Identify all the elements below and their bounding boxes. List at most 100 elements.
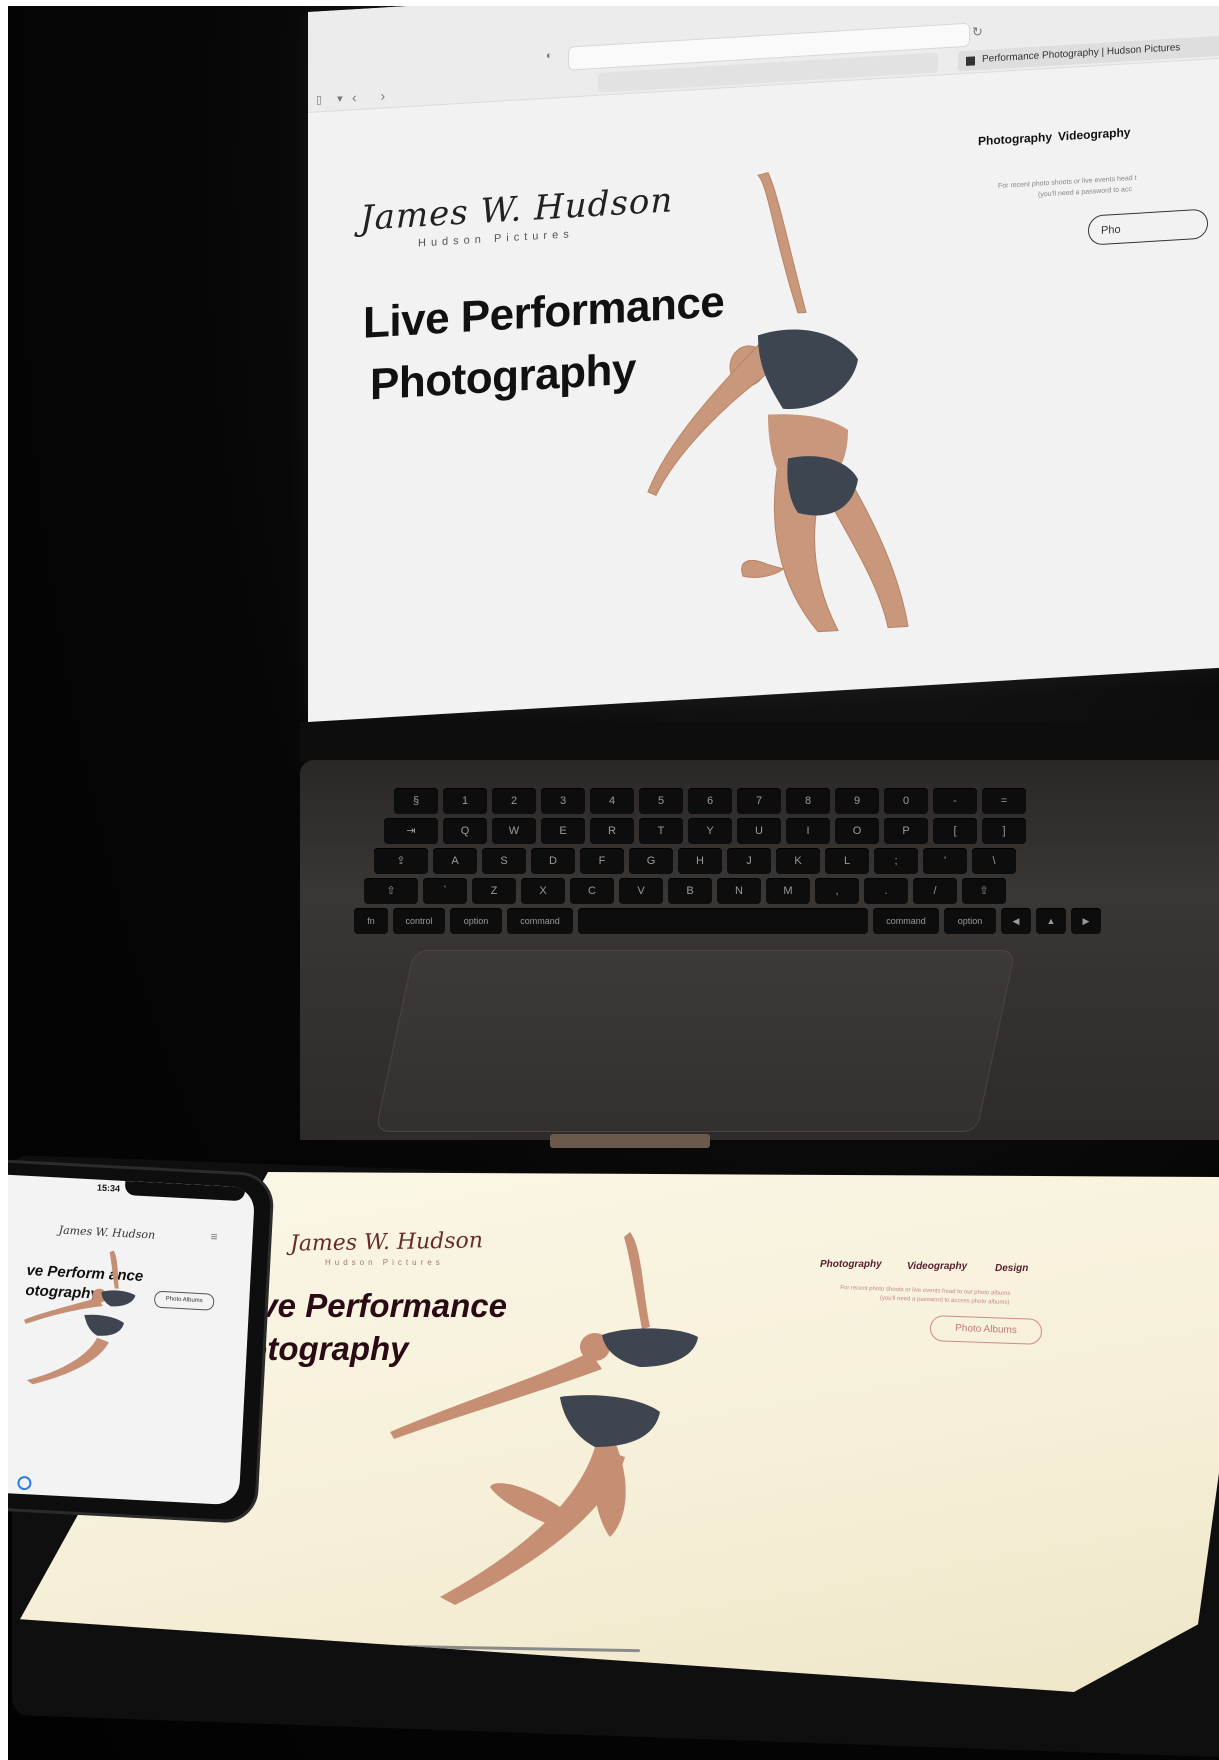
laptop-screen: ▯ ▾ ‹ › ◐ ↻ Performance Photography | Hu… [308, 0, 1219, 723]
key[interactable]: ▲ [1036, 908, 1066, 934]
phone-site-logo[interactable]: James W. Hudson [58, 1224, 155, 1242]
key[interactable]: ` [423, 878, 467, 904]
albums-note: For recent photo shoots or live events h… [998, 173, 1137, 203]
key[interactable]: 3 [541, 788, 585, 814]
key[interactable]: X [521, 878, 565, 904]
key[interactable]: 5 [639, 788, 683, 814]
photo-albums-button[interactable]: Pho [1088, 208, 1208, 246]
key[interactable]: option [450, 908, 502, 934]
key[interactable]: Q [443, 818, 487, 844]
keyboard: § 1 2 3 4 5 6 7 8 9 0- = ⇥ Q W E R T Y U I O P[] ⇪ A S D F G H J K L; '… [334, 788, 1219, 948]
key[interactable]: ▶ [1071, 908, 1101, 934]
key[interactable]: ◀ [1001, 908, 1031, 934]
tablet-photo-albums-button[interactable]: Photo Albums [929, 1315, 1043, 1345]
reload-icon[interactable]: ↻ [972, 24, 983, 41]
nav-photography[interactable]: Photography [978, 130, 1052, 148]
key[interactable]: command [873, 908, 939, 934]
key[interactable]: 8 [786, 788, 830, 814]
key[interactable]: S [482, 848, 526, 874]
key[interactable]: V [619, 878, 663, 904]
key[interactable]: P [884, 818, 928, 844]
key[interactable]: - [933, 788, 977, 814]
laptop-body: § 1 2 3 4 5 6 7 8 9 0- = ⇥ Q W E R T Y U I O P[] ⇪ A S D F G H J K L; '… [300, 760, 1219, 1140]
key[interactable]: 4 [590, 788, 634, 814]
key[interactable]: ⇧ [962, 878, 1006, 904]
key[interactable]: M [766, 878, 810, 904]
tab-title: Performance Photography | Hudson Picture… [982, 42, 1181, 65]
tablet-nav-design[interactable]: Design [995, 1263, 1028, 1274]
laptop-front-notch [550, 1134, 710, 1148]
key[interactable] [578, 908, 868, 934]
phone-device: 15:34 James W. Hudson ≡ ve Perform ance … [0, 1156, 275, 1525]
key[interactable]: C [570, 878, 614, 904]
key[interactable]: W [492, 818, 536, 844]
key[interactable]: D [531, 848, 575, 874]
key[interactable]: ' [923, 848, 967, 874]
photo-border-top [0, 0, 1219, 6]
phone-notch [124, 1180, 246, 1202]
tablet-nav-photography[interactable]: Photography [820, 1259, 882, 1270]
key[interactable]: , [815, 878, 859, 904]
favicon-icon [966, 56, 975, 66]
key[interactable]: 2 [492, 788, 536, 814]
key[interactable]: / [913, 878, 957, 904]
assistive-touch-icon[interactable] [17, 1475, 32, 1491]
key[interactable]: command [507, 908, 573, 934]
key[interactable]: 6 [688, 788, 732, 814]
key[interactable]: T [639, 818, 683, 844]
nav-videography[interactable]: Videography [1058, 125, 1130, 143]
key[interactable]: fn [354, 908, 388, 934]
keyboard-row-home: ⇪ A S D F G H J K L; ' \ [374, 848, 1016, 876]
key[interactable]: ⇥ [384, 818, 438, 844]
key[interactable]: Y [688, 818, 732, 844]
key[interactable]: R [590, 818, 634, 844]
key[interactable]: B [668, 878, 712, 904]
tablet-nav-videography[interactable]: Videography [907, 1261, 967, 1272]
key[interactable]: ⇪ [374, 848, 428, 874]
key[interactable]: § [394, 788, 438, 814]
dancer-image [608, 155, 928, 654]
key[interactable]: O [835, 818, 879, 844]
laptop-hinge-shadow [300, 722, 1219, 762]
key[interactable]: control [393, 908, 445, 934]
key[interactable]: 1 [443, 788, 487, 814]
tablet-albums-note: For recent photo shoots or live events h… [840, 1284, 1011, 1308]
key[interactable]: U [737, 818, 781, 844]
key[interactable]: option [944, 908, 996, 934]
key[interactable]: 9 [835, 788, 879, 814]
key[interactable]: A [433, 848, 477, 874]
key[interactable]: Z [472, 878, 516, 904]
privacy-shield-icon[interactable]: ◐ [546, 49, 553, 61]
sidebar-toggle-icon[interactable]: ▯ ▾ [316, 92, 349, 107]
phone-photo-albums-button[interactable]: Photo Albums [153, 1290, 215, 1311]
key[interactable]: = [982, 788, 1026, 814]
keyboard-row-numbers: § 1 2 3 4 5 6 7 8 9 0- = [394, 788, 1026, 816]
key[interactable]: H [678, 848, 722, 874]
keyboard-row-bottom: fn control option command command option ◀ ▲ ▶ [354, 908, 1101, 936]
key[interactable]: ] [982, 818, 1026, 844]
back-forward-icons[interactable]: ‹ › [352, 87, 395, 106]
key[interactable]: E [541, 818, 585, 844]
hamburger-menu-icon[interactable]: ≡ [210, 1229, 218, 1243]
key[interactable]: G [629, 848, 673, 874]
key[interactable]: J [727, 848, 771, 874]
key[interactable]: N [717, 878, 761, 904]
key[interactable]: 7 [737, 788, 781, 814]
key[interactable]: 0 [884, 788, 928, 814]
key[interactable]: L [825, 848, 869, 874]
key[interactable]: . [864, 878, 908, 904]
tablet-dancer-image [380, 1227, 720, 1617]
key[interactable]: [ [933, 818, 977, 844]
key[interactable]: ; [874, 848, 918, 874]
keyboard-row-shift: ⇧ ` Z X C V B N M,. / ⇧ [364, 878, 1006, 906]
phone-screen: 15:34 James W. Hudson ≡ ve Perform ance … [0, 1172, 256, 1506]
trackpad[interactable] [375, 950, 1016, 1132]
key[interactable]: ⇧ [364, 878, 418, 904]
key[interactable]: \ [972, 848, 1016, 874]
browser-tab-active[interactable]: Performance Photography | Hudson Picture… [958, 34, 1219, 72]
key[interactable]: K [776, 848, 820, 874]
key[interactable]: F [580, 848, 624, 874]
phone-status-time: 15:34 [96, 1182, 121, 1194]
key[interactable]: I [786, 818, 830, 844]
hero-title-line2: Photography [370, 344, 636, 410]
